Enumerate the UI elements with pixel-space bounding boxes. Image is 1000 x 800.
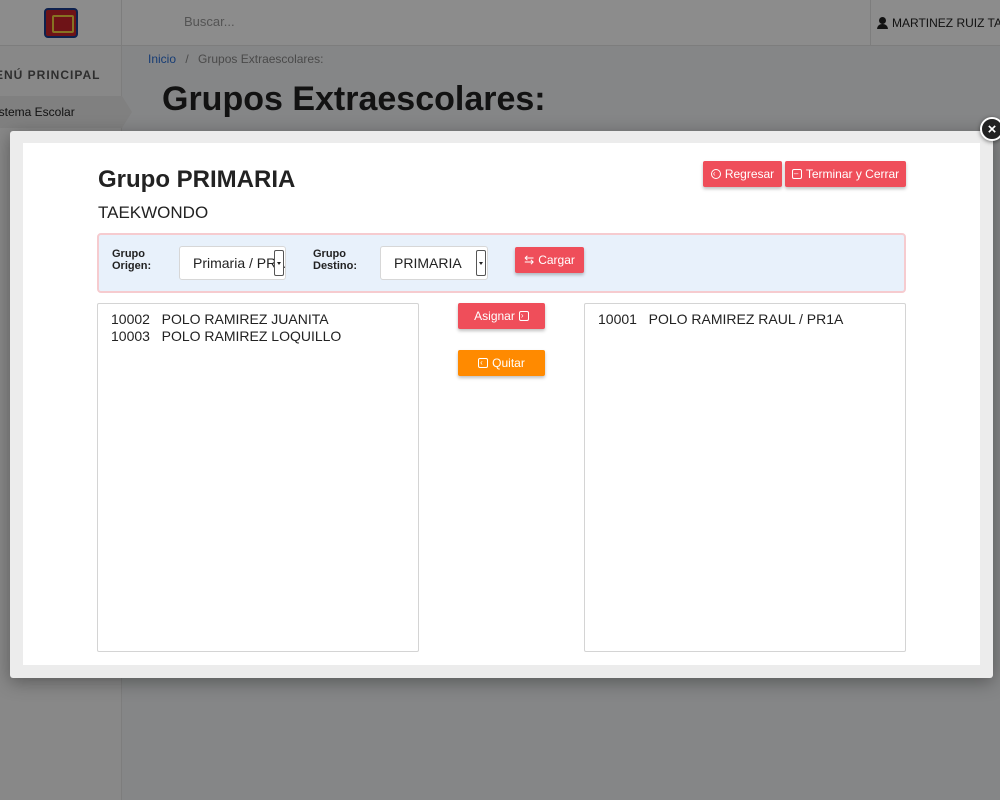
destination-label: Grupo Destino:	[313, 248, 357, 272]
destination-group-select[interactable]: PRIMARIA	[380, 246, 488, 280]
destination-student-list[interactable]: 10001 POLO RAMIREZ RAUL / PR1A	[584, 303, 906, 652]
list-item[interactable]: 10003 POLO RAMIREZ LOQUILLO	[111, 328, 405, 345]
origin-label-line1: Grupo	[112, 248, 145, 260]
chevron-down-icon	[274, 250, 284, 276]
remove-button[interactable]: ‹ Quitar	[458, 350, 545, 376]
swap-icon: ⇆	[524, 253, 535, 267]
chevron-left-square-icon: ‹	[478, 358, 489, 368]
origin-group-select[interactable]: Primaria / PR1A	[179, 246, 286, 280]
chevron-right-square-icon: ›	[518, 311, 529, 321]
activity-name: TAEKWONDO	[98, 203, 209, 222]
load-button[interactable]: ⇆ Cargar	[515, 247, 584, 273]
list-item[interactable]: 10001 POLO RAMIREZ RAUL / PR1A	[598, 311, 892, 328]
chevron-left-circle-icon: ‹	[710, 169, 721, 179]
load-button-label: Cargar	[538, 253, 575, 267]
assign-button-label: Asignar	[474, 309, 515, 323]
assign-button[interactable]: Asignar ›	[458, 303, 545, 329]
back-button[interactable]: ‹ Regresar	[703, 161, 782, 187]
back-button-label: Regresar	[724, 167, 775, 181]
chevron-down-icon	[476, 250, 486, 276]
destination-label-line1: Grupo	[313, 248, 346, 260]
finish-close-button[interactable]: – Terminar y Cerrar	[785, 161, 906, 187]
close-icon[interactable]: ×	[980, 117, 1000, 141]
origin-student-list[interactable]: 10002 POLO RAMIREZ JUANITA 10003 POLO RA…	[97, 303, 419, 652]
finish-close-button-label: Terminar y Cerrar	[805, 167, 900, 181]
list-item[interactable]: 10002 POLO RAMIREZ JUANITA	[111, 311, 405, 328]
minus-square-icon: –	[791, 169, 802, 179]
group-title: Grupo PRIMARIA	[98, 166, 296, 193]
destination-group-value: PRIMARIA	[394, 255, 462, 271]
destination-label-line2: Destino:	[313, 260, 357, 272]
remove-button-label: Quitar	[492, 356, 525, 370]
origin-group-value: Primaria / PR1A	[193, 255, 286, 271]
origin-label: Grupo Origen:	[112, 248, 151, 272]
origin-label-line2: Origen:	[112, 260, 152, 272]
